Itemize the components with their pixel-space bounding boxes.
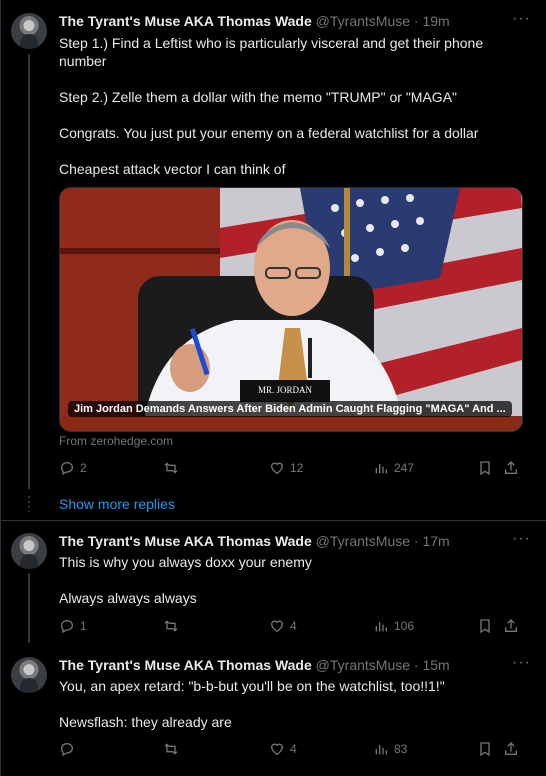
thread-line [28,54,30,489]
handle[interactable]: @TyrantsMuse [316,657,410,673]
view-count: 106 [394,619,415,633]
tweet-actions: 1 4 106 [59,618,521,638]
display-name[interactable]: The Tyrant's Muse AKA Thomas Wade [59,13,312,29]
tweet-header: The Tyrant's Muse AKA Thomas Wade @Tyran… [59,13,450,29]
tweet-text: This is why you always doxx your enemy A… [59,553,524,607]
tweet-paragraph: Cheapest attack vector I can think of [59,161,286,177]
tweet-paragraph: This is why you always doxx your enemy [59,554,312,570]
bookmark-icon [480,619,490,634]
more-options-icon[interactable]: ··· [512,654,531,672]
tweet-header: The Tyrant's Muse AKA Thomas Wade @Tyran… [59,657,450,673]
like-button[interactable]: 4 [269,618,297,634]
retweet-icon [164,462,178,474]
more-options-icon[interactable]: ··· [512,10,531,28]
thread-gap-indicator [28,496,30,512]
timestamp[interactable]: 19m [422,13,449,29]
tweet-actions: 4 83 [59,741,521,761]
tweet-paragraph: Always always always [59,590,197,606]
share-icon [505,742,517,755]
views-icon [375,464,387,474]
tweet-paragraph: Step 1.) Find a Leftist who is particula… [59,35,484,69]
card-title[interactable]: Jim Jordan Demands Answers After Biden A… [68,401,512,417]
timestamp[interactable]: 15m [422,657,449,673]
heart-icon [270,743,284,756]
share-button[interactable] [503,460,519,476]
like-count: 4 [290,742,297,756]
share-button[interactable] [503,618,519,634]
like-count: 4 [290,619,297,633]
display-name[interactable]: The Tyrant's Muse AKA Thomas Wade [59,657,312,673]
share-icon [505,461,517,474]
tweet-text: You, an apex retard: "b-b-but you'll be … [59,677,524,731]
bookmark-icon [480,461,490,476]
reply-icon [60,461,74,476]
views-icon [375,745,387,755]
tweet-2[interactable]: The Tyrant's Muse AKA Thomas Wade @Tyran… [1,521,546,643]
like-button[interactable]: 4 [269,741,297,757]
heart-icon [270,620,284,633]
link-card[interactable]: MR. JORDAN Jim Jordan Demands Answers Af… [59,187,523,432]
avatar[interactable] [11,13,47,49]
reply-button[interactable]: 2 [59,460,87,476]
heart-icon [270,462,284,475]
tweet-paragraph: Congrats. You just put your enemy on a f… [59,125,479,141]
tweet-paragraph: Newsflash: they already are [59,714,232,730]
retweet-button[interactable] [163,460,184,476]
retweet-icon [164,620,178,632]
share-button[interactable] [503,741,519,757]
views-button[interactable]: 247 [373,460,414,476]
reply-icon [60,619,74,634]
views-button[interactable]: 83 [373,741,407,757]
views-button[interactable]: 106 [373,618,414,634]
handle[interactable]: @TyrantsMuse [316,13,410,29]
reply-button[interactable]: 1 [59,618,87,634]
bookmark-button[interactable] [477,460,493,476]
card-image: MR. JORDAN [60,188,522,431]
tweet-header: The Tyrant's Muse AKA Thomas Wade @Tyran… [59,533,450,549]
tweet-text: Step 1.) Find a Leftist who is particula… [59,34,524,178]
tweet-1[interactable]: The Tyrant's Muse AKA Thomas Wade @Tyran… [1,0,546,490]
views-icon [375,622,387,632]
like-count: 12 [290,461,304,475]
retweet-button[interactable] [163,618,184,634]
show-more-replies-link[interactable]: Show more replies [59,496,175,512]
view-count: 247 [394,461,415,475]
more-options-icon[interactable]: ··· [512,530,531,548]
display-name[interactable]: The Tyrant's Muse AKA Thomas Wade [59,533,312,549]
avatar[interactable] [11,533,47,569]
reply-button[interactable] [59,741,80,757]
nameplate-text: MR. JORDAN [258,385,313,395]
bookmark-button[interactable] [477,741,493,757]
reply-count: 2 [80,461,87,475]
retweet-button[interactable] [163,741,184,757]
avatar[interactable] [11,657,47,693]
handle[interactable]: @TyrantsMuse [316,533,410,549]
tweet-paragraph: You, an apex retard: "b-b-but you'll be … [59,678,445,694]
view-count: 83 [394,742,408,756]
reply-count: 1 [80,619,87,633]
retweet-icon [164,743,178,755]
like-button[interactable]: 12 [269,460,303,476]
bookmark-button[interactable] [477,618,493,634]
bookmark-icon [480,742,490,757]
thread-line [28,573,30,643]
tweet-paragraph: Step 2.) Zelle them a dollar with the me… [59,89,458,105]
reply-icon [60,742,74,757]
share-icon [505,619,517,632]
card-source[interactable]: From zerohedge.com [59,434,173,448]
tweet-3[interactable]: The Tyrant's Muse AKA Thomas Wade @Tyran… [1,645,546,776]
tweet-actions: 2 12 247 [59,460,521,480]
timestamp[interactable]: 17m [422,533,449,549]
